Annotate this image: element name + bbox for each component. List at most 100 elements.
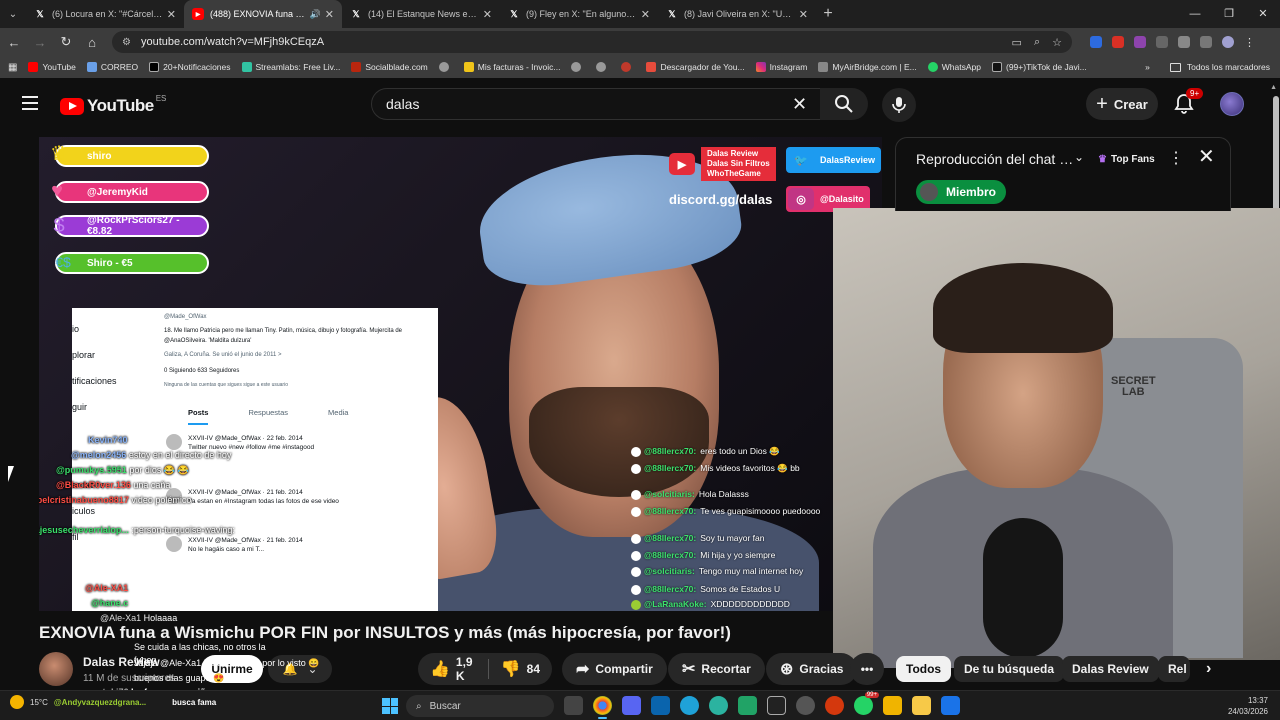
close-icon[interactable]: ✕ [167, 8, 176, 21]
reload-icon[interactable]: ↻ [54, 34, 78, 50]
post-header: XXVII-IV @Made_OfWax · 22 feb. 2014 [188, 435, 303, 442]
home-icon[interactable]: ⌂ [80, 35, 104, 50]
restore-icon[interactable]: ❐ [1212, 0, 1246, 28]
more-actions-button[interactable]: ••• [850, 653, 884, 685]
bookmark-globe[interactable] [438, 62, 453, 72]
excel-icon[interactable] [738, 696, 757, 715]
back-icon[interactable]: ← [2, 35, 26, 50]
chevron-right-icon[interactable]: » [1145, 62, 1150, 72]
bookmark-correo[interactable]: CORREO [86, 62, 138, 72]
youtube-logo[interactable]: YouTube ES [60, 94, 166, 116]
menu-icon[interactable] [22, 96, 38, 110]
youtube-icon: ▶ [669, 153, 695, 175]
new-tab-icon[interactable]: + [816, 5, 840, 23]
edge-icon[interactable] [680, 696, 699, 715]
tab-search-chevron-icon[interactable]: ⌄ [0, 0, 26, 28]
account-avatar[interactable] [1220, 92, 1244, 116]
bookmark-streamlabs[interactable]: Streamlabs: Free Liv... [241, 62, 340, 72]
forward-icon[interactable]: → [28, 35, 52, 50]
apps-icon[interactable]: ▦ [8, 62, 17, 73]
puzzle-icon[interactable] [1178, 36, 1190, 48]
cast-icon[interactable]: ▭ [1012, 36, 1022, 49]
extension-icon[interactable] [1156, 36, 1168, 48]
clip-button[interactable]: ✂ Recortar [668, 653, 765, 685]
filter-chip-related[interactable]: Rel [1158, 656, 1190, 682]
filter-chip-all[interactable]: Todos [896, 656, 952, 682]
browser-tab[interactable]: 𝕏 (8) Javi Oliveira en X: "Una ex p... ✕ [658, 0, 816, 28]
scroll-up-icon[interactable]: ▲ [1270, 84, 1277, 91]
extension-icon[interactable] [1134, 36, 1146, 48]
system-clock[interactable]: 13:37 24/03/2026 [1228, 695, 1268, 717]
whatsapp-icon[interactable]: 99+ [854, 692, 879, 715]
like-button[interactable]: 👍 1,9 K [418, 653, 488, 685]
search-button[interactable] [820, 88, 868, 120]
bookmark-whatsapp[interactable]: WhatsApp [927, 62, 981, 72]
close-icon[interactable]: ✕ [483, 8, 492, 21]
clear-search-icon[interactable]: ✕ [792, 94, 807, 114]
browser-tab[interactable]: 𝕏 (14) El Estanque News en X:... ✕ [342, 0, 500, 28]
thanks-button[interactable]: ⊛ Gracias [766, 653, 858, 685]
bookmark-myairbridge[interactable]: MyAirBridge.com | E... [818, 62, 917, 72]
bookmark-red[interactable] [621, 62, 635, 72]
chat-title[interactable]: Reproducción del chat d... [916, 151, 1074, 167]
close-icon[interactable]: ✕ [641, 8, 650, 21]
url-input[interactable]: ⚙ youtube.com/watch?v=MFjh9kCEqzA ▭ ⌕ ☆ [112, 31, 1072, 53]
windows-start-icon[interactable] [382, 698, 398, 714]
channel-avatar[interactable] [39, 652, 73, 686]
bookmark-notifications[interactable]: 20+Notificaciones [149, 62, 231, 72]
menu-dots-icon[interactable]: ⋮ [1244, 36, 1256, 49]
outlook-icon[interactable] [651, 696, 670, 715]
profile-icon[interactable] [1222, 36, 1234, 48]
search-input[interactable]: dalas [371, 88, 821, 120]
video-player[interactable]: shiro ♛ @JeremyKid ♥ @RockPrSciors27 - €… [39, 137, 882, 611]
speaker-icon[interactable]: 🔊 [310, 9, 321, 20]
bookmark-tiktok[interactable]: (99+)TikTok de Javi... [991, 62, 1087, 72]
minimize-icon[interactable]: — [1178, 0, 1212, 28]
close-icon[interactable]: ✕ [799, 8, 808, 21]
notes-icon[interactable] [883, 696, 902, 715]
all-bookmarks[interactable]: Todos los marcadores [1187, 62, 1270, 72]
browser-tab-active[interactable]: ▶ (488) EXNOVIA funa a Wism... 🔊 ✕ [184, 0, 342, 28]
browser-tab[interactable]: 𝕏 (9) Fley en X: "En algunos afirm... ✕ [500, 0, 658, 28]
site-info-icon[interactable]: ⚙ [122, 37, 131, 48]
filter-chip-channel[interactable]: Dalas Review [1062, 656, 1159, 682]
bookmark-downloader[interactable]: Descargador de You... [646, 62, 745, 72]
close-icon[interactable]: ✕ [325, 8, 334, 21]
voice-search-button[interactable] [882, 88, 916, 122]
taskbar-search[interactable]: ⌕ Buscar [406, 695, 554, 717]
task-view-icon[interactable] [564, 696, 583, 715]
reading-list-icon[interactable] [1200, 36, 1212, 48]
bookmark-socialblade[interactable]: Socialblade.com [351, 62, 428, 72]
create-button[interactable]: + Crear [1086, 88, 1158, 120]
settings-icon[interactable] [796, 696, 815, 715]
star-icon[interactable]: ☆ [1052, 36, 1062, 49]
zoom-icon[interactable]: ⌕ [1034, 36, 1040, 49]
browser-tab[interactable]: 𝕏 (6) Locura en X: "#CárcelGeme... ✕ [26, 0, 184, 28]
close-icon[interactable]: ✕ [1198, 147, 1215, 167]
close-window-icon[interactable]: ✕ [1246, 0, 1280, 28]
discord-icon[interactable] [622, 696, 641, 715]
filter-chip-search[interactable]: De tu búsqueda [954, 656, 1065, 682]
top-fans-button[interactable]: ♛ Top Fans [1092, 149, 1161, 169]
dislike-button[interactable]: 👎 84 [489, 653, 552, 685]
extension-icon[interactable] [1090, 36, 1102, 48]
bookmark-globe[interactable] [571, 62, 585, 72]
app-icon[interactable] [825, 696, 844, 715]
extension-icon[interactable] [1112, 36, 1124, 48]
file-explorer-icon[interactable] [912, 696, 931, 715]
more-options-icon[interactable]: ⋮ [1168, 148, 1184, 168]
bookmark-globe[interactable] [596, 62, 610, 72]
bookmark-invoices[interactable]: Mis facturas - Invoic... [463, 62, 560, 72]
photos-icon[interactable] [941, 696, 960, 715]
chevron-right-icon[interactable]: › [1196, 656, 1221, 682]
capcut-icon[interactable] [767, 696, 786, 715]
thumbs-down-icon: 👎 [500, 661, 521, 678]
chevron-down-icon[interactable]: ⌄ [1074, 150, 1084, 164]
member-chip[interactable]: Miembro [916, 180, 1007, 204]
share-button[interactable]: ➦ Compartir [562, 653, 667, 685]
globe-app-icon[interactable] [709, 696, 728, 715]
weather-widget[interactable]: 15°C @Andyvazquezdgrana... busca fama [10, 695, 216, 709]
chrome-icon[interactable] [593, 696, 612, 719]
bookmark-youtube[interactable]: YouTube [28, 62, 76, 72]
bookmark-instagram[interactable]: Instagram [755, 62, 807, 72]
